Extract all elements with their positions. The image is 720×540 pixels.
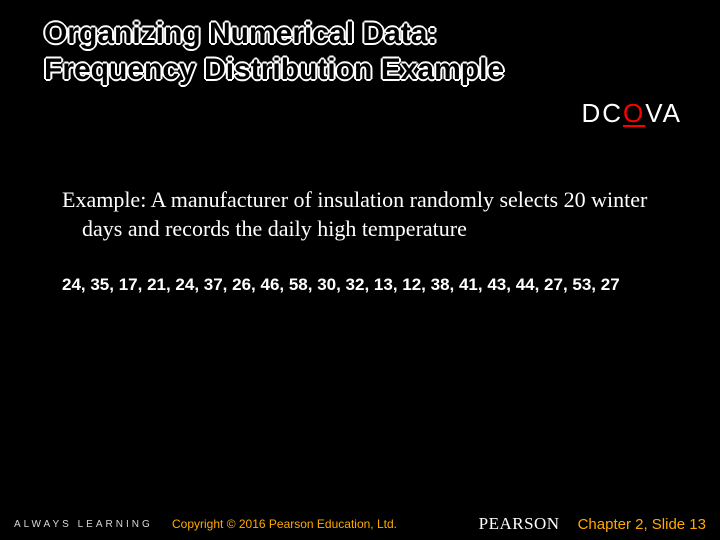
dcova-label: DCOVA xyxy=(581,98,682,129)
copyright-text: Copyright © 2016 Pearson Education, Ltd. xyxy=(172,517,479,531)
dcova-d: D xyxy=(581,98,602,128)
dcova-v: V xyxy=(645,98,662,128)
pearson-logo: PEARSON xyxy=(479,514,560,534)
slide-title-block: Organizing Numerical Data: Frequency Dis… xyxy=(44,16,690,88)
data-values: 24, 35, 17, 21, 24, 37, 26, 46, 58, 30, … xyxy=(62,275,682,295)
example-text: Example: A manufacturer of insulation ra… xyxy=(62,186,660,243)
footer-bar: ALWAYS LEARNING Copyright © 2016 Pearson… xyxy=(0,508,720,540)
dcova-o: O xyxy=(623,98,645,128)
example-paragraph: Example: A manufacturer of insulation ra… xyxy=(82,186,660,243)
dcova-a: A xyxy=(663,98,682,128)
always-learning-label: ALWAYS LEARNING xyxy=(0,519,172,530)
slide-title-line1: Organizing Numerical Data: xyxy=(44,16,690,52)
slide-title-line2: Frequency Distribution Example xyxy=(44,52,690,88)
dcova-c: C xyxy=(602,98,623,128)
slide-number: Chapter 2, Slide 13 xyxy=(578,516,706,533)
